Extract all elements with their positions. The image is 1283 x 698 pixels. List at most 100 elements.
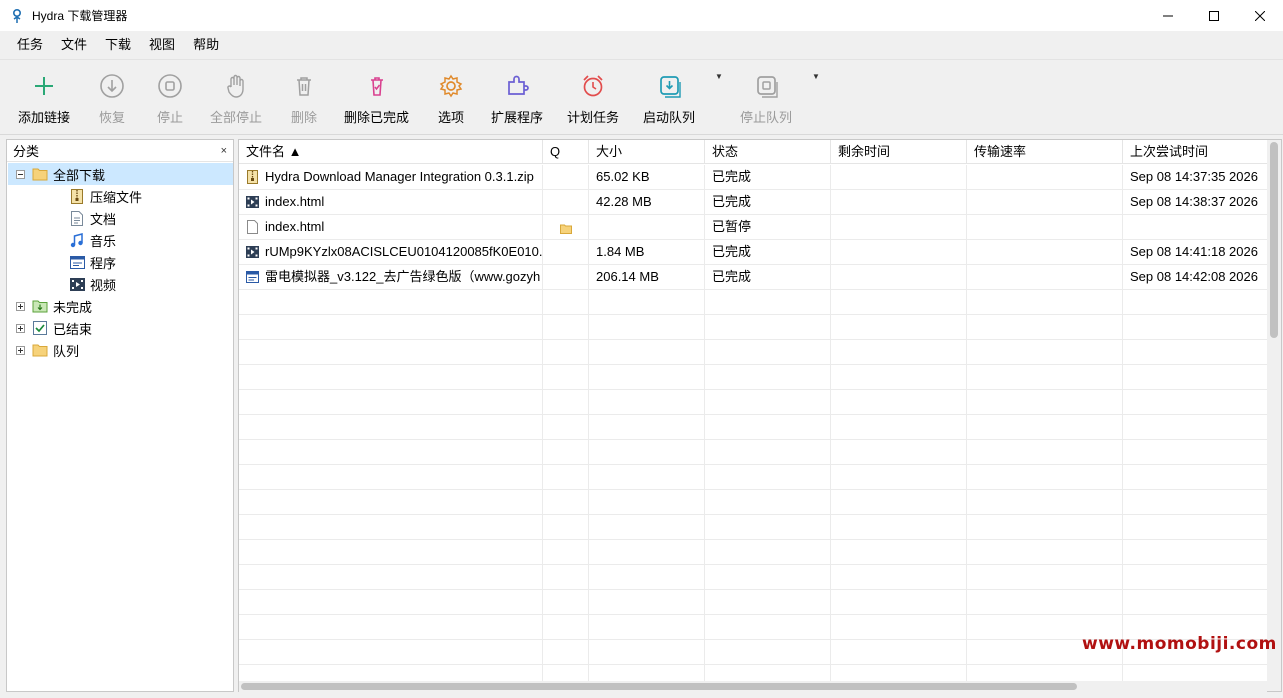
column-status[interactable]: 状态 bbox=[705, 140, 831, 164]
expand-toggle[interactable] bbox=[16, 345, 25, 355]
cell-queue bbox=[543, 640, 589, 664]
cell-time-left bbox=[831, 240, 967, 264]
cell-status bbox=[705, 540, 831, 564]
horizontal-scrollbar[interactable] bbox=[239, 681, 1267, 692]
checkbox-check-icon bbox=[32, 320, 48, 336]
scheduler-button[interactable]: 计划任务 bbox=[567, 72, 619, 126]
empty-row bbox=[239, 340, 1269, 365]
cell-filename: index.html bbox=[239, 190, 543, 214]
expand-toggle[interactable] bbox=[16, 301, 25, 311]
menu-view[interactable]: 视图 bbox=[140, 31, 184, 59]
horizontal-scroll-thumb[interactable] bbox=[241, 683, 1077, 690]
maximize-icon bbox=[1209, 10, 1219, 21]
cell-size bbox=[589, 390, 705, 414]
stop-all-button[interactable]: 全部停止 bbox=[210, 72, 262, 126]
tree-item-all-downloads[interactable]: 全部下载 bbox=[8, 163, 233, 185]
start-queue-button[interactable]: 启动队列 bbox=[643, 72, 695, 126]
cell-size bbox=[589, 640, 705, 664]
cell-status: 已完成 bbox=[705, 265, 831, 289]
column-filename[interactable]: 文件名 ▲ bbox=[239, 140, 543, 164]
table-row[interactable]: Hydra Download Manager Integration 0.3.1… bbox=[239, 165, 1269, 190]
cell-filename bbox=[239, 365, 543, 389]
menu-download[interactable]: 下载 bbox=[96, 31, 140, 59]
tree-item-finished[interactable]: 已结束 bbox=[16, 317, 92, 339]
table-row[interactable]: 雷电模拟器_v3.122_去广告绿色版（www.gozyh 206.14 MB 已完… bbox=[239, 265, 1269, 290]
filename-text: Hydra Download Manager Integration 0.3.1… bbox=[265, 169, 534, 184]
cell-size bbox=[589, 340, 705, 364]
cell-queue bbox=[543, 490, 589, 514]
column-last-try[interactable]: 上次尝试时间 bbox=[1123, 140, 1269, 164]
vertical-scrollbar[interactable] bbox=[1267, 140, 1281, 691]
cell-size bbox=[589, 215, 705, 239]
cell-transfer-rate bbox=[967, 290, 1123, 314]
collapse-toggle[interactable] bbox=[16, 169, 25, 179]
cell-status bbox=[705, 490, 831, 514]
tree-item-documents[interactable]: 文档 bbox=[69, 207, 116, 229]
cell-time-left bbox=[831, 415, 967, 439]
cell-transfer-rate bbox=[967, 240, 1123, 264]
cell-status bbox=[705, 515, 831, 539]
cell-size bbox=[589, 365, 705, 389]
tree-item-unfinished[interactable]: 未完成 bbox=[16, 295, 92, 317]
column-time-left[interactable]: 剩余时间 bbox=[831, 140, 967, 164]
cell-last-try: Sep 08 14:42:08 2026 bbox=[1123, 265, 1269, 289]
cell-last-try: Sep 08 14:41:18 2026 bbox=[1123, 240, 1269, 264]
delete-completed-button[interactable]: 删除已完成 bbox=[344, 72, 409, 126]
cell-status bbox=[705, 590, 831, 614]
stop-button[interactable]: 停止 bbox=[156, 72, 184, 126]
options-button[interactable]: 选项 bbox=[437, 72, 465, 126]
empty-row bbox=[239, 390, 1269, 415]
cell-filename bbox=[239, 640, 543, 664]
expand-toggle[interactable] bbox=[16, 323, 25, 333]
resume-button[interactable]: 恢复 bbox=[98, 72, 126, 126]
delete-label: 删除 bbox=[290, 110, 317, 125]
cell-queue bbox=[543, 440, 589, 464]
cell-transfer-rate bbox=[967, 365, 1123, 389]
table-row[interactable]: index.html 42.28 MB 已完成 Sep 08 14:38:37 202… bbox=[239, 190, 1269, 215]
start-queue-dropdown-arrow[interactable]: ▼ bbox=[715, 72, 723, 81]
table-row[interactable]: index.html 已暂停 bbox=[239, 215, 1269, 240]
cell-size bbox=[589, 590, 705, 614]
cell-last-try bbox=[1123, 415, 1269, 439]
minimize-button[interactable] bbox=[1145, 0, 1191, 31]
category-close-button[interactable]: × bbox=[221, 145, 227, 157]
tree-item-video[interactable]: 视频 bbox=[69, 273, 116, 295]
empty-row bbox=[239, 315, 1269, 340]
extensions-button[interactable]: 扩展程序 bbox=[491, 72, 543, 126]
cell-time-left bbox=[831, 490, 967, 514]
cell-size bbox=[589, 490, 705, 514]
options-label: 选项 bbox=[437, 110, 464, 125]
vertical-scroll-thumb[interactable] bbox=[1270, 142, 1278, 338]
delete-completed-label: 删除已完成 bbox=[344, 110, 410, 125]
column-size[interactable]: 大小 bbox=[589, 140, 705, 164]
column-transfer-rate[interactable]: 传输速率 bbox=[967, 140, 1123, 164]
cell-queue bbox=[543, 390, 589, 414]
menu-task[interactable]: 任务 bbox=[8, 31, 52, 59]
tree-item-programs[interactable]: 程序 bbox=[69, 251, 116, 273]
add-link-button[interactable]: 添加链接 bbox=[18, 72, 70, 126]
cell-transfer-rate bbox=[967, 440, 1123, 464]
folder-icon bbox=[32, 342, 48, 358]
stop-queue-dropdown-arrow[interactable]: ▼ bbox=[812, 72, 820, 81]
cell-size bbox=[589, 315, 705, 339]
stop-queue-button[interactable]: 停止队列 bbox=[740, 72, 792, 126]
tree-item-queues[interactable]: 队列 bbox=[16, 339, 79, 361]
minimize-icon bbox=[1163, 15, 1173, 16]
cell-last-try bbox=[1123, 540, 1269, 564]
menu-file[interactable]: 文件 bbox=[52, 31, 96, 59]
menu-help[interactable]: 帮助 bbox=[184, 31, 228, 59]
table-row[interactable]: rUMp9KYzlx08ACISLCEU0104120085fK0E010.r 1… bbox=[239, 240, 1269, 265]
tree-label: 未完成 bbox=[53, 299, 93, 315]
delete-button[interactable]: 删除 bbox=[290, 72, 318, 126]
cell-filename bbox=[239, 390, 543, 414]
cell-filename bbox=[239, 315, 543, 339]
cell-size bbox=[589, 440, 705, 464]
column-queue[interactable]: Q bbox=[543, 140, 589, 164]
maximize-button[interactable] bbox=[1191, 0, 1237, 31]
close-window-button[interactable] bbox=[1237, 0, 1283, 31]
tree-item-music[interactable]: 音乐 bbox=[69, 229, 116, 251]
tree-item-compressed[interactable]: 压缩文件 bbox=[69, 185, 142, 207]
cell-time-left bbox=[831, 465, 967, 489]
cell-size bbox=[589, 515, 705, 539]
cell-filename: rUMp9KYzlx08ACISLCEU0104120085fK0E010.r bbox=[239, 240, 543, 264]
